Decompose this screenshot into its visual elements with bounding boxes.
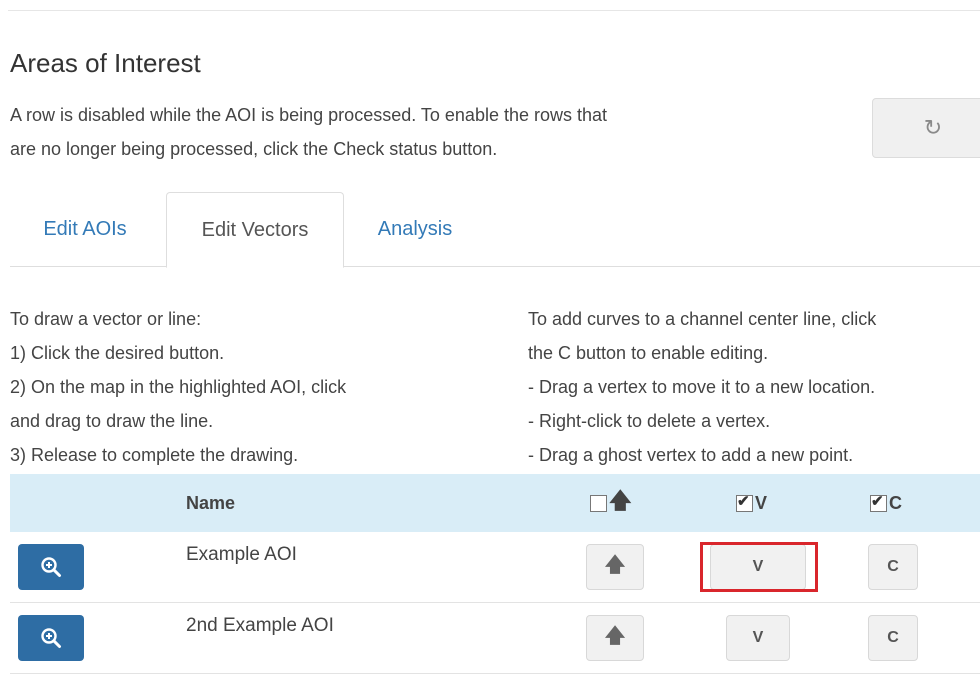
zoom-button[interactable] [18,615,84,661]
highlight-box [700,542,818,592]
edit-curve-button[interactable]: C [868,544,918,590]
vector-instructions: To draw a vector or line: 1) Click the d… [10,302,346,472]
tab-edit-aois[interactable]: Edit AOIs [10,192,160,266]
instruction-line: and drag to draw the line. [10,411,214,431]
instruction-line: 1) Click the desired button. [10,343,225,363]
tab-analysis[interactable]: Analysis [350,192,480,266]
v-column-label: V [755,492,768,513]
c-column-label: C [889,492,902,513]
zoom-in-icon [41,557,61,577]
draw-arrow-button[interactable]: 🡅 [586,544,644,590]
instruction-line: To add curves to a channel center line, … [528,309,877,329]
aoi-name: 2nd Example AOI [186,615,334,636]
up-arrow-icon: 🡅 [604,625,626,647]
instruction-line: 3) Release to complete the drawing. [10,445,299,465]
tab-edit-vectors[interactable]: Edit Vectors [166,192,344,268]
page-title: Areas of Interest [10,48,201,78]
instruction-line: the C button to enable editing. [528,343,769,363]
instruction-line: 2) On the map in the highlighted AOI, cl… [10,377,347,397]
instruction-line: - Drag a ghost vertex to add a new point… [528,445,854,465]
v-column-checkbox[interactable] [736,492,753,512]
refresh-icon: ↻ [923,115,943,140]
up-arrow-icon: 🡅 [609,488,632,513]
draw-arrow-button[interactable]: 🡅 [586,615,644,661]
c-column-header: C [870,474,902,532]
page-description: A row is disabled while the AOI is being… [10,98,830,166]
instruction-line: - Drag a vertex to move it to a new loca… [528,377,876,397]
instruction-line: To draw a vector or line: [10,309,202,329]
description-line: are no longer being processed, click the… [10,139,498,159]
name-column-header: Name [186,492,236,513]
description-line: A row is disabled while the AOI is being… [10,105,608,125]
up-arrow-icon: 🡅 [604,554,626,576]
instruction-line: - Right-click to delete a vertex. [528,411,771,431]
zoom-button[interactable] [18,544,84,590]
v-column-header: V [736,474,767,532]
curve-instructions: To add curves to a channel center line, … [528,302,876,472]
table-row: 2nd Example AOI 🡅 V C [10,603,980,674]
arrow-column-header: 🡅 [590,474,632,532]
arrow-column-checkbox[interactable] [590,494,607,512]
c-column-checkbox[interactable] [870,492,887,512]
check-status-button[interactable]: ↻ [872,98,980,158]
draw-v-button[interactable]: V [726,615,790,661]
zoom-in-icon [41,628,61,648]
top-divider [8,10,980,11]
table-row: Example AOI 🡅 V C [10,532,980,603]
edit-curve-button[interactable]: C [868,615,918,661]
aoi-name: Example AOI [186,544,297,565]
table-header: Name 🡅 V C [10,474,980,532]
tab-bar: Edit AOIs Edit Vectors Analysis [10,192,980,268]
